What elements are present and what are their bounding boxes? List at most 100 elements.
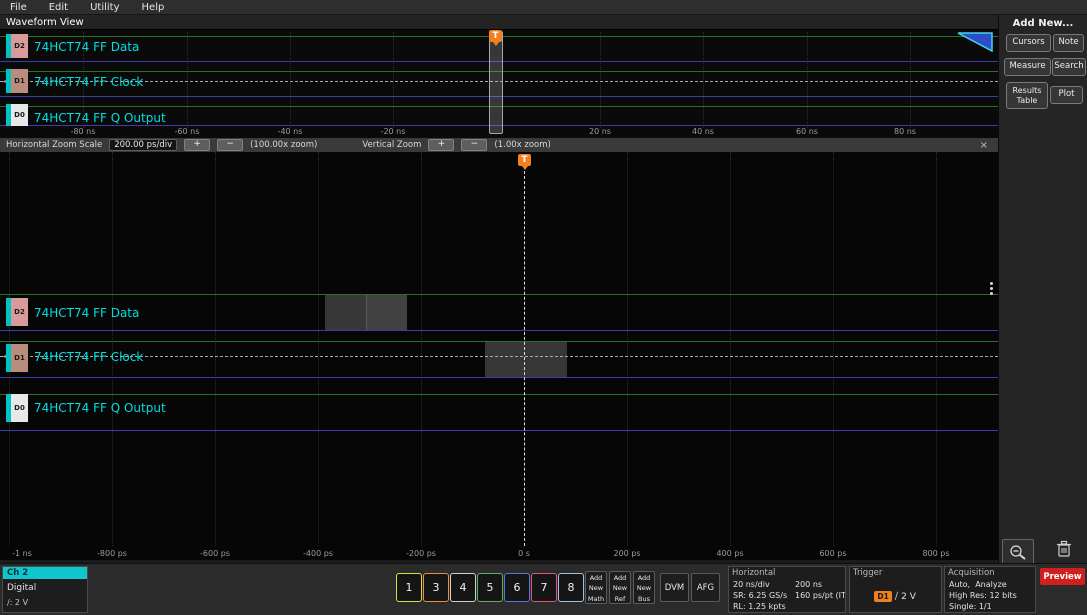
channel-id-d2: D2 — [11, 34, 28, 58]
results-table-button[interactable]: Results Table — [1006, 82, 1048, 109]
v-zoom-plus-button[interactable]: + — [428, 139, 455, 151]
add-new-panel: Add New... Cursors Note Measure Search R… — [998, 15, 1087, 565]
zoom-window-strip[interactable] — [489, 31, 503, 134]
preview-button[interactable]: Preview — [1040, 568, 1085, 585]
channel-6-button[interactable]: 6 — [504, 573, 530, 602]
horizontal-tile[interactable]: Horizontal 20 ns/div 200 ns SR: 6.25 GS/… — [728, 566, 846, 613]
channel-3-button[interactable]: 3 — [423, 573, 449, 602]
channel-badge-d0[interactable]: D0 — [6, 394, 28, 422]
channel-badge-d2[interactable]: D2 — [6, 34, 28, 58]
trigger-marker-main[interactable]: T — [518, 154, 531, 170]
add-new-title: Add New... — [1012, 18, 1074, 29]
note-button[interactable]: Note — [1053, 34, 1084, 52]
channel-label-d2: 74HCT74 FF Data — [34, 306, 140, 320]
gridline — [703, 32, 704, 128]
d0-high-trace — [0, 394, 998, 395]
gridline — [910, 32, 911, 128]
gridline — [215, 152, 216, 546]
overview-tick: -60 ns — [174, 127, 200, 136]
channel-id-d1: D1 — [11, 344, 28, 372]
horizontal-record-length: RL: 1.25 kpts — [733, 602, 786, 611]
gridline — [807, 32, 808, 128]
menu-bar: File Edit Utility Help — [0, 0, 1087, 15]
channel-8-button[interactable]: 8 — [558, 573, 584, 602]
trigger-marker-overview[interactable]: T — [489, 30, 502, 46]
horizontal-position: 50% — [795, 602, 841, 612]
main-tick: 400 ps — [716, 549, 744, 558]
channel-1-button[interactable]: 1 — [396, 573, 422, 602]
horizontal-sample-rate: SR: 6.25 GS/s — [733, 591, 788, 600]
gridline — [393, 32, 394, 128]
main-tick: -400 ps — [303, 549, 333, 558]
overview-tick: -40 ns — [277, 127, 303, 136]
channel-id-d1: D1 — [11, 69, 28, 93]
close-zoom-icon[interactable]: × — [980, 140, 992, 151]
channel-label-d0: 74HCT74 FF Q Output — [34, 111, 166, 125]
trigger-level: 2 V — [901, 592, 916, 602]
overview-tick: 60 ns — [796, 127, 818, 136]
channel-4-button[interactable]: 4 — [450, 573, 476, 602]
add-new-math-button[interactable]: Add New Math — [585, 571, 607, 604]
zoom-flag-icon[interactable] — [956, 32, 994, 52]
d2-low-trace — [0, 330, 998, 331]
h-zoom-plus-button[interactable]: + — [184, 139, 211, 151]
menu-edit[interactable]: Edit — [49, 2, 68, 13]
gridline — [187, 32, 188, 128]
vertical-zoom-label: Vertical Zoom — [362, 140, 422, 150]
panel-splitter-handle[interactable] — [990, 282, 993, 295]
overview-tick: 20 ns — [589, 127, 611, 136]
trash-icon — [1057, 540, 1071, 557]
d1-transition-region — [485, 341, 567, 378]
channel-id-d0: D0 — [11, 394, 28, 422]
horizontal-scale: 20 ns/div — [733, 580, 770, 589]
channel-badge-d2[interactable]: D2 — [6, 298, 28, 326]
gridline — [936, 152, 937, 546]
channel-5-button[interactable]: 5 — [477, 573, 503, 602]
plot-button[interactable]: Plot — [1050, 86, 1083, 104]
menu-help[interactable]: Help — [142, 2, 165, 13]
h-zoom-minus-button[interactable]: − — [217, 139, 244, 151]
channel-2-tile[interactable]: Ch 2 Digital ∕: 2 V — [2, 566, 88, 613]
horizontal-title: Horizontal — [732, 568, 776, 578]
menu-file[interactable]: File — [10, 2, 27, 13]
channel-id-d0: D0 — [11, 104, 28, 126]
v-zoom-minus-button[interactable]: − — [461, 139, 488, 151]
gridline — [627, 152, 628, 546]
gridline — [730, 152, 731, 546]
acquisition-detail: High Res: 12 bits — [949, 591, 1017, 600]
add-new-bus-button[interactable]: Add New Bus — [633, 571, 655, 604]
overview-tick: 80 ns — [894, 127, 916, 136]
afg-button[interactable]: AFG — [691, 573, 720, 602]
channel-badge-d1[interactable]: D1 — [6, 69, 28, 93]
channel-badge-d1[interactable]: D1 — [6, 344, 28, 372]
trigger-tile[interactable]: Trigger D1 ∕ 2 V — [849, 566, 942, 613]
main-waveform-area: D2 74HCT74 FF Data → D1 74HCT74 FF Clock… — [0, 152, 998, 560]
trigger-level-line — [0, 356, 998, 357]
channel-2-name: Ch 2 — [3, 567, 87, 579]
overview-waveform-area: D2 74HCT74 FF Data → D1 74HCT74 FF Clock… — [0, 30, 998, 138]
search-button[interactable]: Search — [1052, 58, 1086, 76]
channel-7-button[interactable]: 7 — [531, 573, 557, 602]
gridline — [290, 32, 291, 128]
measure-button[interactable]: Measure — [1004, 58, 1051, 76]
trigger-position-line — [524, 166, 525, 546]
waveform-view-title: Waveform View — [6, 16, 84, 28]
cursors-button[interactable]: Cursors — [1006, 34, 1051, 52]
add-new-ref-button[interactable]: Add New Ref — [609, 571, 631, 604]
acquisition-tile[interactable]: Acquisition Auto, Analyze High Res: 12 b… — [944, 566, 1036, 613]
d2-transition-region — [325, 294, 407, 331]
delete-view-button[interactable] — [1056, 540, 1078, 562]
dvm-button[interactable]: DVM — [660, 573, 689, 602]
channel-badge-d0[interactable]: D0 — [6, 104, 28, 126]
zoom-scale-value[interactable]: 200.00 ps/div — [109, 139, 178, 151]
tekscope-app: File Edit Utility Help Waveform View D2 … — [0, 0, 1087, 615]
channel-id-d2: D2 — [11, 298, 28, 326]
main-tick: -200 ps — [406, 549, 436, 558]
main-tick: -1 ns — [12, 549, 32, 558]
overview-tick: -20 ns — [380, 127, 406, 136]
acquisition-title: Acquisition — [948, 568, 995, 578]
zoom-overview-button[interactable] — [1002, 539, 1034, 565]
menu-utility[interactable]: Utility — [90, 2, 119, 13]
gridline — [600, 32, 601, 128]
gridline — [112, 152, 113, 546]
